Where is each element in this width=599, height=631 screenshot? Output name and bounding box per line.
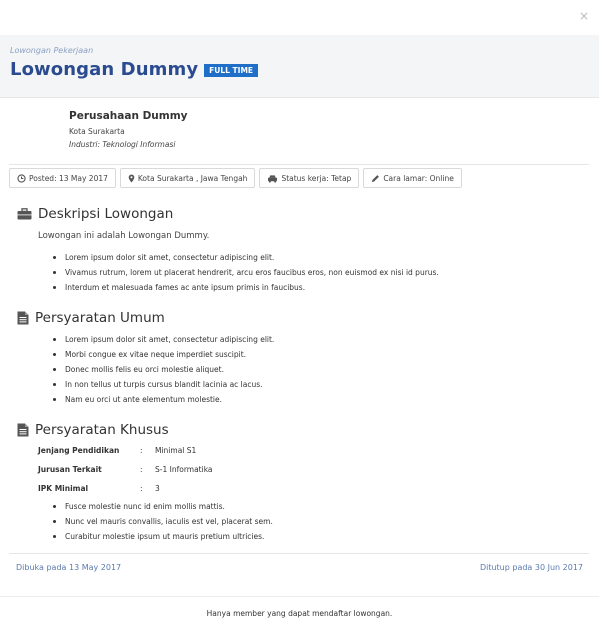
requirements-table: Jenjang Pendidikan : Minimal S1 Jurusan … [38, 446, 213, 503]
req-value: S-1 Informatika [155, 465, 213, 474]
req-value: 3 [155, 484, 160, 493]
meta-status-text: Status kerja: Tetap [281, 173, 352, 183]
clock-icon [17, 173, 26, 183]
req-value: Minimal S1 [155, 446, 197, 455]
close-icon[interactable]: × [579, 9, 589, 23]
divider [9, 553, 589, 554]
industry-value: Teknologi Informasi [102, 140, 176, 149]
divider [9, 164, 589, 165]
job-meta-row: Posted: 13 May 2017 Kota Surakarta , Jaw… [9, 168, 466, 188]
req-label: Jurusan Terkait [38, 465, 102, 474]
footer-dates: Dibuka pada 13 May 2017 Ditutup pada 30 … [16, 563, 583, 572]
closed-date: Ditutup pada 30 Jun 2017 [479, 563, 583, 572]
document-icon [17, 311, 29, 325]
pencil-icon [372, 174, 380, 182]
description-list: Lorem ipsum dolor sit amet, consectetur … [53, 252, 439, 297]
general-section-title: Persyaratan Umum [17, 310, 165, 326]
list-item: Curabitur molestie ipsum ut mauris preti… [53, 531, 273, 546]
list-item: Interdum et malesuada fames ac ante ipsu… [53, 282, 439, 297]
page-title: Lowongan Dummy [10, 59, 199, 80]
meta-apply: Cara lamar: Online [363, 168, 462, 188]
meta-posted-text: Posted: 13 May 2017 [29, 173, 108, 183]
briefcase-icon [17, 208, 32, 220]
meta-status: Status kerja: Tetap [259, 168, 360, 188]
list-item: Nunc vel mauris convallis, iaculis est v… [53, 516, 273, 531]
special-section-title: Persyaratan Khusus [17, 422, 169, 438]
industry-label: Industri: [69, 140, 101, 149]
title-row: Lowongan Dummy FULL TIME [10, 59, 259, 80]
member-note: Hanya member yang dapat mendaftar lowong… [206, 609, 393, 618]
req-colon: : [140, 446, 143, 455]
table-row: Jenjang Pendidikan : Minimal S1 [38, 446, 213, 465]
list-item: Lorem ipsum dolor sit amet, consectetur … [52, 334, 274, 349]
meta-posted: Posted: 13 May 2017 [9, 168, 116, 188]
company-city: Kota Surakarta [69, 127, 125, 136]
breadcrumb: Lowongan Pekerjaan [10, 46, 94, 55]
description-section-title: Deskripsi Lowongan [17, 206, 173, 222]
meta-location: Kota Surakarta , Jawa Tengah [119, 168, 256, 188]
list-item: Lorem ipsum dolor sit amet, consectetur … [53, 252, 439, 267]
job-type-badge: FULL TIME [204, 63, 259, 78]
car-icon [268, 174, 278, 183]
meta-apply-text: Cara lamar: Online [383, 173, 454, 183]
divider [0, 596, 599, 597]
description-title: Deskripsi Lowongan [38, 206, 174, 222]
company-name: Perusahaan Dummy [69, 110, 188, 122]
req-colon: : [140, 484, 143, 493]
job-header: Lowongan Pekerjaan Lowongan Dummy FULL T… [0, 35, 599, 98]
description-text: Lowongan ini adalah Lowongan Dummy. [38, 231, 210, 241]
special-title: Persyaratan Khusus [35, 422, 169, 438]
opened-date: Dibuka pada 13 May 2017 [16, 563, 122, 572]
general-list: Lorem ipsum dolor sit amet, consectetur … [52, 334, 274, 409]
meta-location-text: Kota Surakarta , Jawa Tengah [137, 173, 248, 183]
modal-top-bar: × [0, 0, 599, 35]
req-label: Jenjang Pendidikan [38, 446, 120, 455]
list-item: Vivamus rutrum, lorem ut placerat hendre… [53, 267, 439, 282]
document-icon [17, 423, 29, 437]
list-item: Fusce molestie nunc id enim mollis matti… [53, 501, 273, 516]
list-item: Donec mollis felis eu orci molestie aliq… [52, 364, 274, 379]
req-colon: : [140, 465, 143, 474]
map-marker-icon [128, 174, 135, 182]
general-title: Persyaratan Umum [35, 310, 165, 326]
list-item: Morbi congue ex vitae neque imperdiet su… [52, 349, 274, 364]
company-industry: Industri: Teknologi Informasi [69, 140, 188, 149]
special-list: Fusce molestie nunc id enim mollis matti… [53, 501, 273, 546]
req-label: IPK Minimal [38, 484, 89, 493]
list-item: Nam eu orci ut ante elementum molestie. [52, 394, 274, 409]
table-row: Jurusan Terkait : S-1 Informatika [38, 465, 213, 484]
list-item: In non tellus ut turpis cursus blandit l… [52, 379, 274, 394]
company-info: Perusahaan Dummy Kota Surakarta Industri… [69, 110, 188, 149]
